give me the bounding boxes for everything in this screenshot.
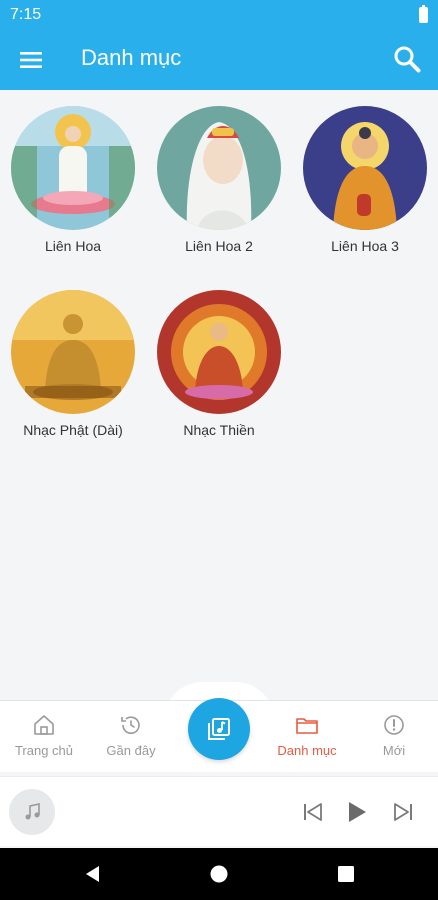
page-title: Danh mục — [81, 45, 182, 70]
status-bar: 7:15 — [0, 0, 438, 30]
category-label: Nhạc Thiền — [183, 422, 255, 438]
recents-square-icon — [338, 866, 354, 882]
play-icon — [349, 802, 366, 822]
folder-icon — [296, 718, 318, 734]
hamburger-menu-icon — [20, 52, 42, 68]
category-image — [11, 290, 135, 414]
nav-categories-label: Danh mục — [277, 743, 337, 758]
system-nav-bar — [0, 848, 438, 900]
search-icon — [394, 46, 421, 73]
music-note-icon — [25, 803, 40, 820]
nav-new-label: Mới — [382, 743, 406, 758]
category-image — [303, 106, 427, 230]
system-back-button[interactable] — [80, 862, 104, 886]
skip-previous-icon — [304, 803, 322, 821]
nav-recent[interactable]: Gần đây — [87, 713, 175, 758]
history-icon — [121, 716, 140, 735]
system-recents-button[interactable] — [334, 862, 358, 886]
skip-next-icon — [394, 803, 412, 821]
home-circle-icon — [210, 865, 228, 883]
battery-icon — [419, 5, 428, 23]
category-image — [11, 106, 135, 230]
category-lien-hoa[interactable]: Liên Hoa — [3, 106, 143, 254]
nav-categories[interactable]: Danh mục — [263, 713, 351, 758]
category-label: Nhạc Phật (Dài) — [23, 422, 123, 438]
category-nhac-phat-dai[interactable]: Nhạc Phật (Dài) — [3, 290, 143, 438]
category-image — [157, 106, 281, 230]
next-button[interactable] — [388, 797, 418, 827]
home-icon — [34, 715, 54, 735]
system-home-button[interactable] — [207, 862, 231, 886]
nav-new[interactable]: Mới — [350, 713, 438, 758]
search-button[interactable] — [390, 42, 424, 76]
category-lien-hoa-2[interactable]: Liên Hoa 2 — [149, 106, 289, 254]
category-label: Liên Hoa — [44, 238, 102, 254]
nav-home[interactable]: Trang chủ — [0, 713, 88, 758]
mini-player — [0, 776, 438, 846]
category-label: Liên Hoa 3 — [331, 238, 399, 254]
menu-button[interactable] — [14, 44, 48, 76]
previous-button[interactable] — [298, 797, 328, 827]
player-artwork[interactable] — [9, 789, 55, 835]
nav-home-label: Trang chủ — [14, 743, 74, 758]
music-library-icon — [208, 718, 230, 740]
play-button[interactable] — [342, 797, 372, 827]
library-fab-button[interactable] — [188, 698, 250, 760]
category-grid: Liên Hoa Liên Hoa 2 Liên Hoa 3 Nhạc Phật… — [0, 90, 438, 700]
back-triangle-icon — [86, 866, 99, 882]
alert-circle-icon — [384, 715, 404, 735]
category-label: Liên Hoa 2 — [185, 238, 253, 254]
status-time: 7:15 — [10, 6, 42, 23]
nav-recent-label: Gần đây — [106, 743, 156, 758]
category-lien-hoa-3[interactable]: Liên Hoa 3 — [295, 106, 435, 254]
app-bar: Danh mục — [0, 30, 438, 90]
category-nhac-thien[interactable]: Nhạc Thiền — [149, 290, 289, 438]
category-image — [157, 290, 281, 414]
